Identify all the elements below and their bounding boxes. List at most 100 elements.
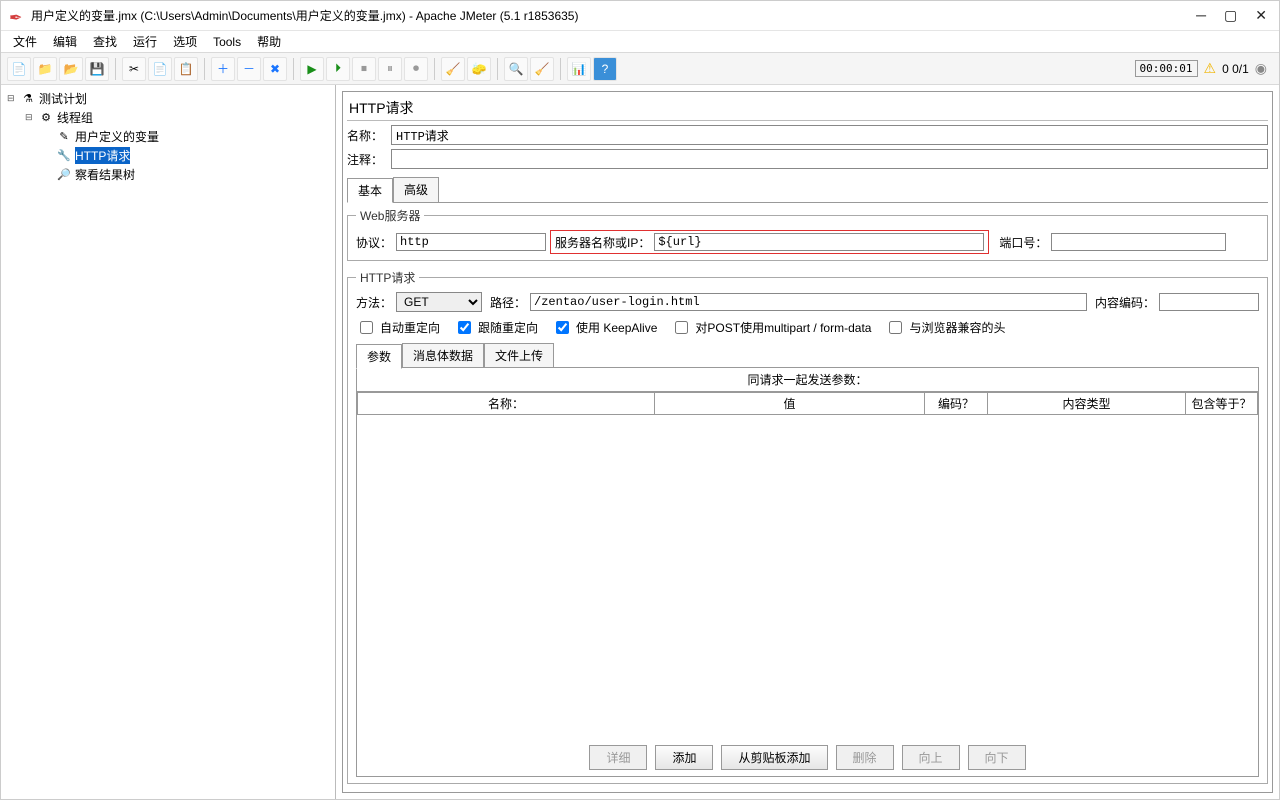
search-icon[interactable]: 🔍 [504,57,528,81]
btn-up: 向上 [902,745,960,770]
http-request-legend: HTTP请求 [356,269,419,286]
tree-results-tree[interactable]: 🔎 察看结果树 [41,165,333,184]
clear-icon[interactable]: 🧹 [441,57,465,81]
start-icon[interactable]: ▶ [300,57,324,81]
tab-basic[interactable]: 基本 [347,178,393,203]
reset-search-icon[interactable]: 🧹 [530,57,554,81]
subtab-files[interactable]: 文件上传 [484,343,554,368]
subtab-params[interactable]: 参数 [356,344,402,369]
thread-counter: 0 0/1 [1222,62,1249,76]
btn-clipboard[interactable]: 从剪贴板添加 [721,745,827,770]
subtab-body[interactable]: 消息体数据 [402,343,484,368]
cut-icon[interactable]: ✂ [122,57,146,81]
btn-down: 向下 [968,745,1026,770]
menu-tools[interactable]: Tools [207,34,247,50]
panel-title: HTTP请求 [347,96,1268,121]
paste-icon[interactable]: 📋 [174,57,198,81]
tree-test-plan[interactable]: ⊟ ⚗ 测试计划 [5,89,333,108]
expand-icon[interactable]: ＋ [211,57,235,81]
results-icon: 🔎 [56,167,72,183]
cb-browser-headers[interactable]: 与浏览器兼容的头 [885,318,1005,337]
cb-keepalive[interactable]: 使用 KeepAlive [552,318,657,337]
params-title: 同请求一起发送参数： [357,368,1258,392]
stop-thread-icon[interactable]: ⏺ [404,57,428,81]
app-icon: ✒ [9,8,25,24]
cb-multipart[interactable]: 对POST使用multipart / form-data [671,318,871,337]
config-tabs: 基本 高级 [347,177,1268,203]
new-icon[interactable]: 📄 [7,57,31,81]
path-label: 路径： [490,294,526,311]
collapse-icon[interactable]: ⊟ [7,93,17,104]
encoding-input[interactable] [1159,293,1259,311]
menu-run[interactable]: 运行 [127,32,163,51]
flask-icon: ⚗ [20,91,36,107]
btn-add[interactable]: 添加 [655,745,713,770]
test-plan-tree[interactable]: ⊟ ⚗ 测试计划 ⊟ ⚙ 线程组 [1,85,336,799]
toolbar: 📄 📁 📂 💾 ✂ 📄 📋 ＋ － ✖ ▶ ⏵ ⏹ ⏸ ⏺ 🧹 🧽 🔍 🧹 📊 … [1,53,1279,85]
cb-auto-redirect[interactable]: 自动重定向 [356,318,440,337]
col-encode: 编码？ [925,393,988,415]
port-label: 端口号： [999,234,1047,251]
protocol-label: 协议： [356,234,392,251]
tree-thread-group[interactable]: ⊟ ⚙ 线程组 [23,108,333,127]
menu-file[interactable]: 文件 [7,32,43,51]
col-include-equals: 包含等于？ [1186,393,1258,415]
method-label: 方法： [356,294,392,311]
comment-input[interactable] [391,149,1268,169]
open-icon[interactable]: 📂 [59,57,83,81]
stop-icon[interactable]: ⏹ [352,57,376,81]
menubar: 文件 编辑 查找 运行 选项 Tools 帮助 [1,31,1279,53]
tree-http-request[interactable]: 🔧 HTTP请求 [41,146,333,165]
params-table[interactable]: 名称： 值 编码？ 内容类型 包含等于？ [357,392,1258,415]
comment-label: 注释： [347,151,385,168]
btn-detail: 详细 [589,745,647,770]
copy-icon[interactable]: 📄 [148,57,172,81]
method-select[interactable]: GET [396,292,482,312]
btn-delete: 删除 [836,745,894,770]
http-request-panel: HTTP请求 名称： 注释： 基本 高级 Web服务器 [342,91,1273,793]
menu-edit[interactable]: 编辑 [47,32,83,51]
elapsed-time: 00:00:01 [1135,60,1198,77]
shutdown-icon[interactable]: ⏸ [378,57,402,81]
server-label: 服务器名称或IP： [555,234,650,251]
collapse-icon[interactable]: ⊟ [25,112,35,123]
window-title: 用户定义的变量.jmx (C:\Users\Admin\Documents\用户… [31,7,1196,24]
col-name: 名称： [358,393,655,415]
close-button[interactable]: ✕ [1255,7,1267,24]
web-server-fieldset: Web服务器 协议： 服务器名称或IP： [347,207,1268,261]
protocol-input[interactable] [396,233,546,251]
port-input[interactable] [1051,233,1226,251]
start-no-timers-icon[interactable]: ⏵ [326,57,350,81]
http-request-fieldset: HTTP请求 方法： GET 路径： 内容 [347,269,1268,784]
params-body[interactable] [357,415,1258,739]
name-label: 名称： [347,127,385,144]
menu-help[interactable]: 帮助 [251,32,287,51]
encoding-label: 内容编码： [1095,294,1155,311]
help-icon[interactable]: ? [593,57,617,81]
server-input[interactable] [654,233,984,251]
name-input[interactable] [391,125,1268,145]
save-icon[interactable]: 💾 [85,57,109,81]
menu-search[interactable]: 查找 [87,32,123,51]
sampler-icon: 🔧 [56,148,72,164]
tab-advanced[interactable]: 高级 [393,177,439,202]
params-area: 同请求一起发送参数： 名称： 值 编码？ 内容类型 包含等于？ [356,367,1259,777]
minimize-button[interactable]: ─ [1196,7,1206,24]
function-helper-icon[interactable]: 📊 [567,57,591,81]
collapse-icon[interactable]: － [237,57,261,81]
col-content-type: 内容类型 [988,393,1186,415]
body-tabs: 参数 消息体数据 文件上传 [356,343,1259,368]
maximize-button[interactable]: ▢ [1224,7,1237,24]
warning-icon[interactable]: ⚠ [1204,60,1217,77]
path-input[interactable] [530,293,1087,311]
thread-gauge-icon: ◉ [1255,60,1267,77]
toggle-icon[interactable]: ✖ [263,57,287,81]
templates-icon[interactable]: 📁 [33,57,57,81]
titlebar: ✒ 用户定义的变量.jmx (C:\Users\Admin\Documents\… [1,1,1279,31]
menu-options[interactable]: 选项 [167,32,203,51]
col-value: 值 [655,393,925,415]
clear-all-icon[interactable]: 🧽 [467,57,491,81]
tree-user-vars[interactable]: ✎ 用户定义的变量 [41,127,333,146]
web-server-legend: Web服务器 [356,207,424,224]
cb-follow-redirect[interactable]: 跟随重定向 [454,318,538,337]
